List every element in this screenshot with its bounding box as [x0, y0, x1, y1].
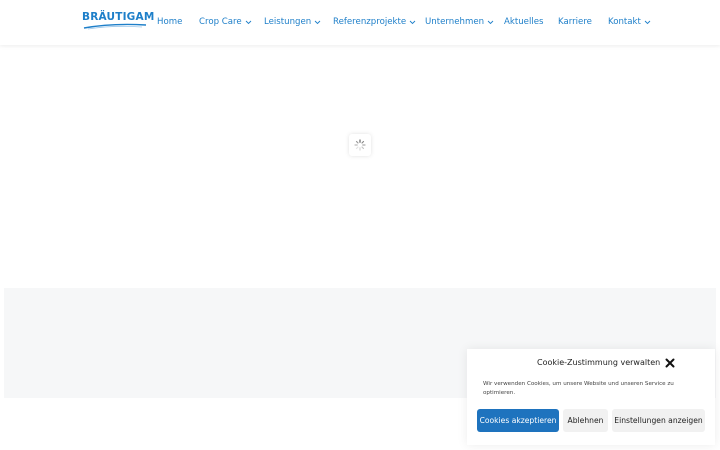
nav-item-label: Unternehmen — [425, 17, 485, 27]
nav-item-home[interactable]: Home — [157, 17, 182, 27]
chevron-down-icon — [409, 20, 416, 25]
nav-item-label: Crop Care — [199, 17, 242, 27]
accept-cookies-button[interactable]: Cookies akzeptieren — [477, 409, 559, 432]
cookie-description: Wir verwenden Cookies, um unsere Website… — [483, 381, 674, 396]
loading-indicator — [349, 134, 371, 156]
logo-swoosh-icon — [83, 23, 147, 30]
cookie-consent-banner: Cookie-Zustimmung verwalten Wir verwende… — [467, 349, 715, 445]
chevron-down-icon — [644, 20, 651, 25]
nav-item-label: Referenzprojekte — [333, 17, 407, 27]
nav-item-label: Kontakt — [608, 17, 641, 27]
nav-item-kontakt[interactable]: Kontakt — [608, 17, 651, 27]
nav-item-referenzprojekte[interactable]: Referenzprojekte — [333, 17, 416, 27]
chevron-down-icon — [314, 20, 321, 25]
deny-cookies-button[interactable]: Ablehnen — [563, 409, 608, 432]
chevron-down-icon — [487, 20, 494, 25]
cookie-title: Cookie-Zustimmung verwalten — [537, 358, 661, 367]
nav-item-label: Karriere — [558, 17, 592, 27]
nav-item-unternehmen[interactable]: Unternehmen — [425, 17, 494, 27]
nav-item-label: Leistungen — [264, 17, 312, 27]
site-header: BRÄUTIGAM Home Crop Care Leistungen Refe… — [0, 0, 720, 45]
cookie-settings-button[interactable]: Einstellungen anzeigen — [612, 409, 705, 432]
close-icon[interactable] — [665, 358, 675, 368]
nav-item-karriere[interactable]: Karriere — [558, 17, 592, 27]
nav-item-label: Home — [157, 17, 183, 27]
nav-item-aktuelles[interactable]: Aktuelles — [504, 17, 544, 27]
chevron-down-icon — [245, 20, 252, 25]
nav-item-crop-care[interactable]: Crop Care — [199, 17, 252, 27]
nav-item-label: Aktuelles — [504, 17, 544, 27]
nav-item-leistungen[interactable]: Leistungen — [264, 17, 321, 27]
spinner-icon — [354, 139, 366, 151]
logo[interactable]: BRÄUTIGAM — [82, 11, 154, 33]
